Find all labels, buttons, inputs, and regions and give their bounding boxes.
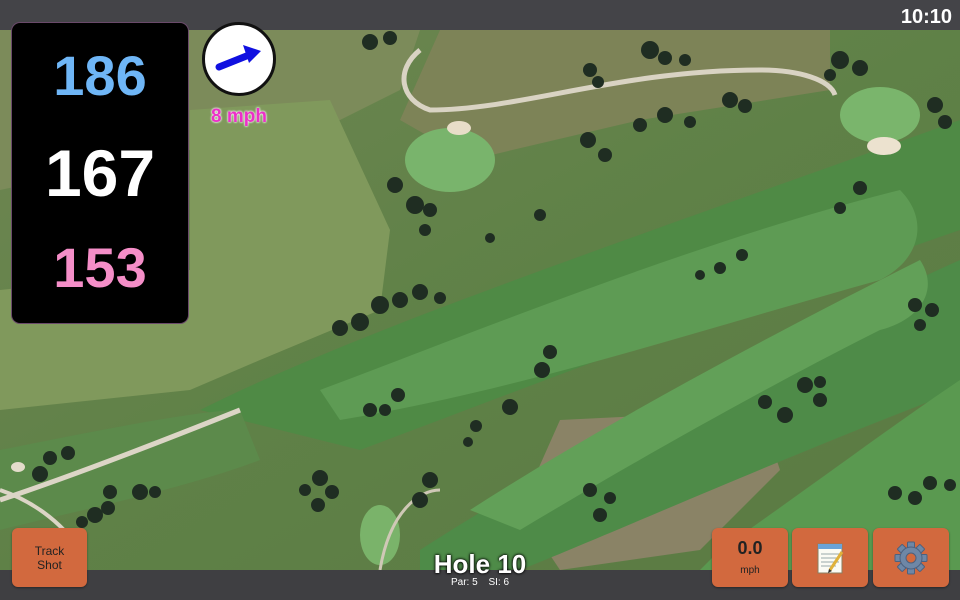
back-yardage: 186 [53,44,147,107]
hole-title: Hole 10 [433,549,527,579]
track-shot-label-line1: Track [34,544,65,558]
hole-stroke-index: SI: 6 [488,577,510,588]
speed-button[interactable]: 0.0 mph [712,528,788,587]
settings-button[interactable] [873,528,949,587]
hole-par: Par: 5 [450,577,478,588]
notes-button[interactable] [792,528,868,587]
notepad-icon [817,543,844,574]
middle-yardage: 167 [44,136,156,210]
clock: 10:10 [900,6,952,28]
wind-direction-arrow-icon [215,45,261,71]
track-shot-label-line2: Shot [37,558,62,572]
hole-info: Par: 5 SI: 6 [400,577,560,588]
wind-indicator [202,22,276,96]
track-shot-button[interactable]: Track Shot [12,528,87,587]
front-yardage: 153 [53,236,147,299]
yardage-panel: 186 167 153 [12,23,188,323]
speed-unit: mph [740,565,760,576]
gear-icon [894,541,928,575]
wind-speed: 8 mph [211,106,267,127]
speed-value: 0.0 [737,538,763,558]
